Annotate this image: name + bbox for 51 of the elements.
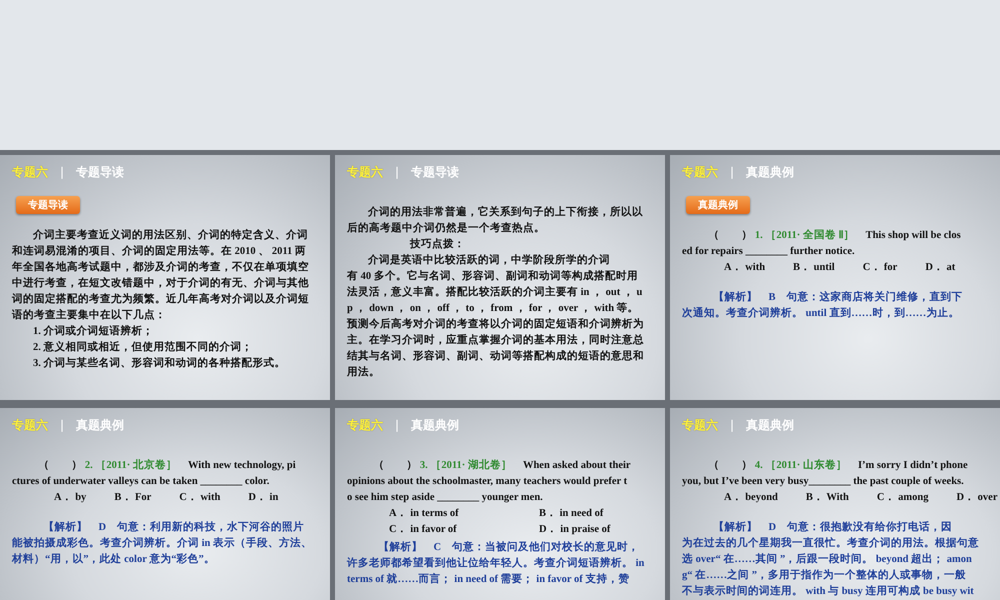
answer-option: B． until xyxy=(793,260,835,276)
analysis-text: 【解析】 B 句意：这家商店将关门维修，直到下 次通知。考查介词辨析。 until 直到……时，到……为止。 xyxy=(682,290,964,321)
answer-option: D． in praise of xyxy=(539,522,659,538)
answer-option: A． by xyxy=(54,490,86,506)
answer-option: B． With xyxy=(806,490,849,506)
header-separator: | xyxy=(395,418,400,432)
answer-option: A． beyond xyxy=(724,490,778,506)
section-label: 专题六 xyxy=(682,164,718,180)
section-badge: 专题导读 xyxy=(16,196,80,214)
answer-option: B． in need of xyxy=(539,506,659,522)
answer-option: C． with xyxy=(179,490,220,506)
list-item: 1. 介词或介词短语辨析； xyxy=(32,324,154,339)
header-separator: | xyxy=(395,165,400,179)
section-label: 专题六 xyxy=(682,416,718,434)
slide-title: 真题典例 xyxy=(76,416,124,434)
question-text: （ ） 4. ［2011· 山东卷］ I’m sorry I didn’t phone you, but I’ve been very busy________ the past couple of weeks. xyxy=(682,458,969,489)
header-separator: | xyxy=(60,418,64,432)
question-text: （ ） 1. ［2011· 全国卷 Ⅱ］ This shop will be clos ed for repairs ________ further notice. xyxy=(682,228,962,259)
section-label: 专题六 xyxy=(12,416,48,434)
header-separator: | xyxy=(730,418,734,432)
analysis-text: 【解析】 D 句意：利用新的科技，水下河谷的照片 能被拍摄成彩色。考查介词辨析。介词 in 表示（手段、方法、 材料）“用，以”，此处 color 意为“彩色”。 xyxy=(12,520,314,567)
slide-title: 专题导读 xyxy=(76,164,124,180)
body-text: 介词的用法非常普遍，它关系到句子的上下衔接，所以以 后的高考题中介词仍然是一个考查热点。 xyxy=(347,205,644,236)
analysis-text: 【解析】 D 句意：很抱歉没有给你打电话，因 为在过去的几个星期我一直很忙。考查介词的用法。根据句意 选 over“ 在……其间 ”，后跟一段时间。 beyond 超出； amon g“ 在……之间 ”，多用于指作为一个整体的人或事物，一般 不与表示时间的词连用。 with 与 busy 连用可构成 be busy wit xyxy=(682,520,980,599)
section-label: 专题六 xyxy=(347,416,383,434)
header-separator: | xyxy=(60,165,64,179)
answer-option: D． in xyxy=(248,490,278,506)
slide-title: 真题典例 xyxy=(746,164,794,180)
answer-option: B． For xyxy=(114,490,152,506)
header-separator: | xyxy=(730,165,734,179)
list-item: 3. 介词与某些名词、形容词和动词的各种搭配形式。 xyxy=(32,356,286,371)
body-text: 技巧点拨： xyxy=(408,237,466,252)
answer-option: C． among xyxy=(876,490,928,506)
answer-option: A． with xyxy=(724,260,766,276)
answer-option: C． for xyxy=(862,260,898,276)
list-item: 2. 意义相同或相近，但使用范围不同的介词； xyxy=(32,340,254,355)
question-text: （ ） 2. ［2011· 北京卷］ With new technology, pi ctures of underwater valleys can be taken ________ color. xyxy=(12,458,297,489)
section-label: 专题六 xyxy=(347,164,383,180)
slide-title: 真题典例 xyxy=(411,416,460,434)
answer-option: C． in favor of xyxy=(389,522,539,538)
body-text: 介词是英语中比较活跃的词，中学阶段所学的介词 有 40 多个。它与名词、形容词、副词和动词等构成搭配时用 法灵活，意义丰富。搭配比较活跃的介词主要有 in ， out ， u p ， down ， on ， off ， to ， from ， for ， over ， with 等。 预测今后高考对介词的考查将以介词的固定短语和介词辨析为 主。在学习介词时，应重点掌握介词的基本用法，同时注意总 结其与名词、形容词、副词、动词等搭配构成的短语的意思和 用法。 xyxy=(347,253,645,380)
slide-title: 专题导读 xyxy=(411,164,460,180)
answer-option: D． at xyxy=(925,260,956,276)
answer-option: D． over xyxy=(956,490,998,506)
section-label: 专题六 xyxy=(12,164,48,180)
answer-option: A． in terms of xyxy=(389,506,539,522)
body-text: 介词主要考查近义词的用法区别、介词的特定含义、介词 和连词易混淆的项目、介词的固定用法等。在 2010 、 2011 两 年全国各地高考试题中，都涉及介词的考查，不仅在单项填空 中进行考查，在短文改错题中，对于介词的有无、介词与其他 词的固定搭配的考查尤为频繁。近几年高考对介词以及介词短 语的考查主要集中在以下几点： xyxy=(12,228,310,323)
question-text: （ ） 3. ［2011· 湖北卷］ When asked about their opinions about the schoolmaster, many teachers would prefer t o see him step aside ________ younger men. xyxy=(347,458,632,505)
analysis-text: 【解析】 C 句意：当被问及他们对校长的意见时， 许多老师都希望看到他让位给年轻人。考查介词短语辨析。 in terms of 就……而言； in need of 需要； in favor of 支持，赞 xyxy=(347,540,646,587)
slide-title: 真题典例 xyxy=(746,416,794,434)
section-badge: 真题典例 xyxy=(686,196,750,214)
